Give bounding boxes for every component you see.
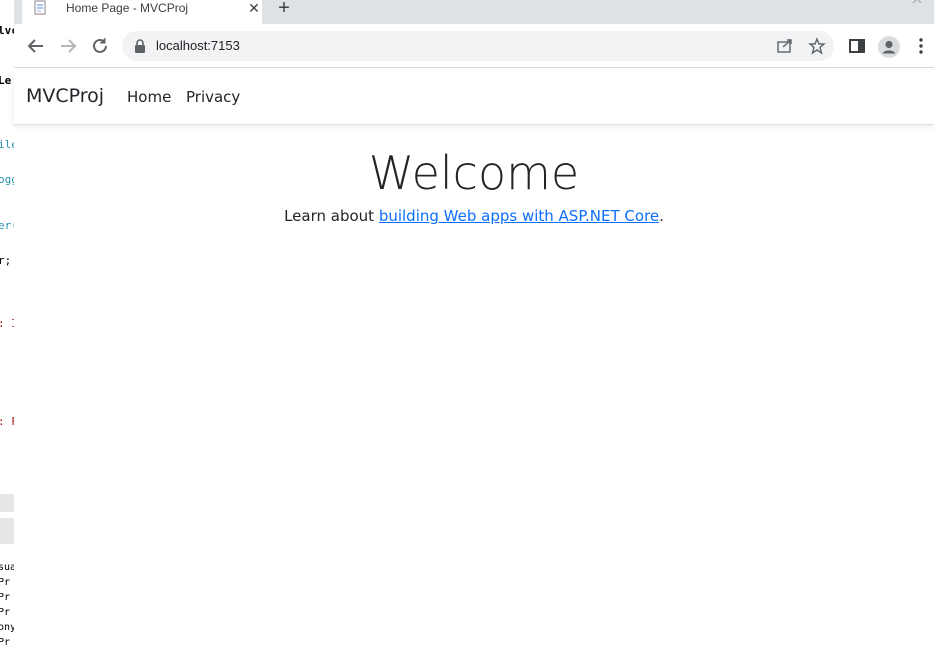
new-tab-button[interactable]: + [275,0,293,18]
editor-panel-band [0,518,14,544]
main-content: Welcome Learn about building Web apps wi… [14,125,934,240]
editor-fragment: ony [0,622,15,633]
kebab-menu-icon[interactable] [911,36,931,56]
browser-window: Home Page - MVCProj ✕ + localhost:7153 M… [14,0,934,649]
learn-suffix: . [659,207,664,225]
editor-fragment: : I [0,317,14,330]
editor-fragment: ile [0,138,14,151]
tab-close-icon[interactable]: ✕ [247,0,261,16]
nav-link-home[interactable]: Home [127,88,171,106]
editor-fragment: Le [0,74,12,87]
page-favicon-icon [34,0,48,15]
editor-toolbar-band [0,494,14,512]
navbar-brand[interactable]: MVCProj [26,85,104,107]
minimize-icon[interactable] [867,0,879,4]
background-editor-strip: lvc Le ile ogg er( r; : I : F sua Pr Pr … [0,0,15,649]
editor-fragment: Pr [0,637,11,648]
nav-link-privacy[interactable]: Privacy [186,88,240,106]
editor-fragment: Pr [0,592,11,603]
tab-home-page[interactable]: Home Page - MVCProj ✕ [22,0,262,24]
learn-prefix: Learn about [284,207,379,225]
editor-fragment: er( [0,219,14,232]
reload-icon [93,38,107,53]
lock-icon[interactable] [134,39,146,53]
learn-about-text: Learn about building Web apps with ASP.N… [14,207,934,225]
site-navbar: MVCProj Home Privacy [14,68,934,125]
browser-toolbar: localhost:7153 [14,24,934,68]
reload-button[interactable] [88,34,112,58]
editor-fragment: ogg [0,173,14,186]
editor-fragment: : F [0,415,14,428]
arrow-right-icon [61,39,77,53]
close-window-icon[interactable] [912,0,924,4]
editor-fragment: lvc [0,24,14,37]
url-text[interactable]: localhost:7153 [156,38,240,53]
forward-button[interactable] [56,34,80,58]
tab-strip: Home Page - MVCProj ✕ + [14,0,934,24]
share-icon[interactable] [776,37,794,55]
tab-title: Home Page - MVCProj [66,1,189,15]
arrow-left-icon [27,39,43,53]
side-panel-icon[interactable] [847,36,867,56]
editor-fragment: Pr [0,577,11,588]
editor-fragment: sua [0,562,15,573]
aspnet-docs-link[interactable]: building Web apps with ASP.NET Core [379,207,659,225]
editor-fragment: r; [0,254,12,267]
back-button[interactable] [24,34,48,58]
page-heading: Welcome [368,146,580,200]
profile-icon[interactable] [878,36,900,58]
address-bar[interactable]: localhost:7153 [122,31,834,61]
star-icon[interactable] [808,37,826,55]
editor-fragment: Pr [0,607,11,618]
